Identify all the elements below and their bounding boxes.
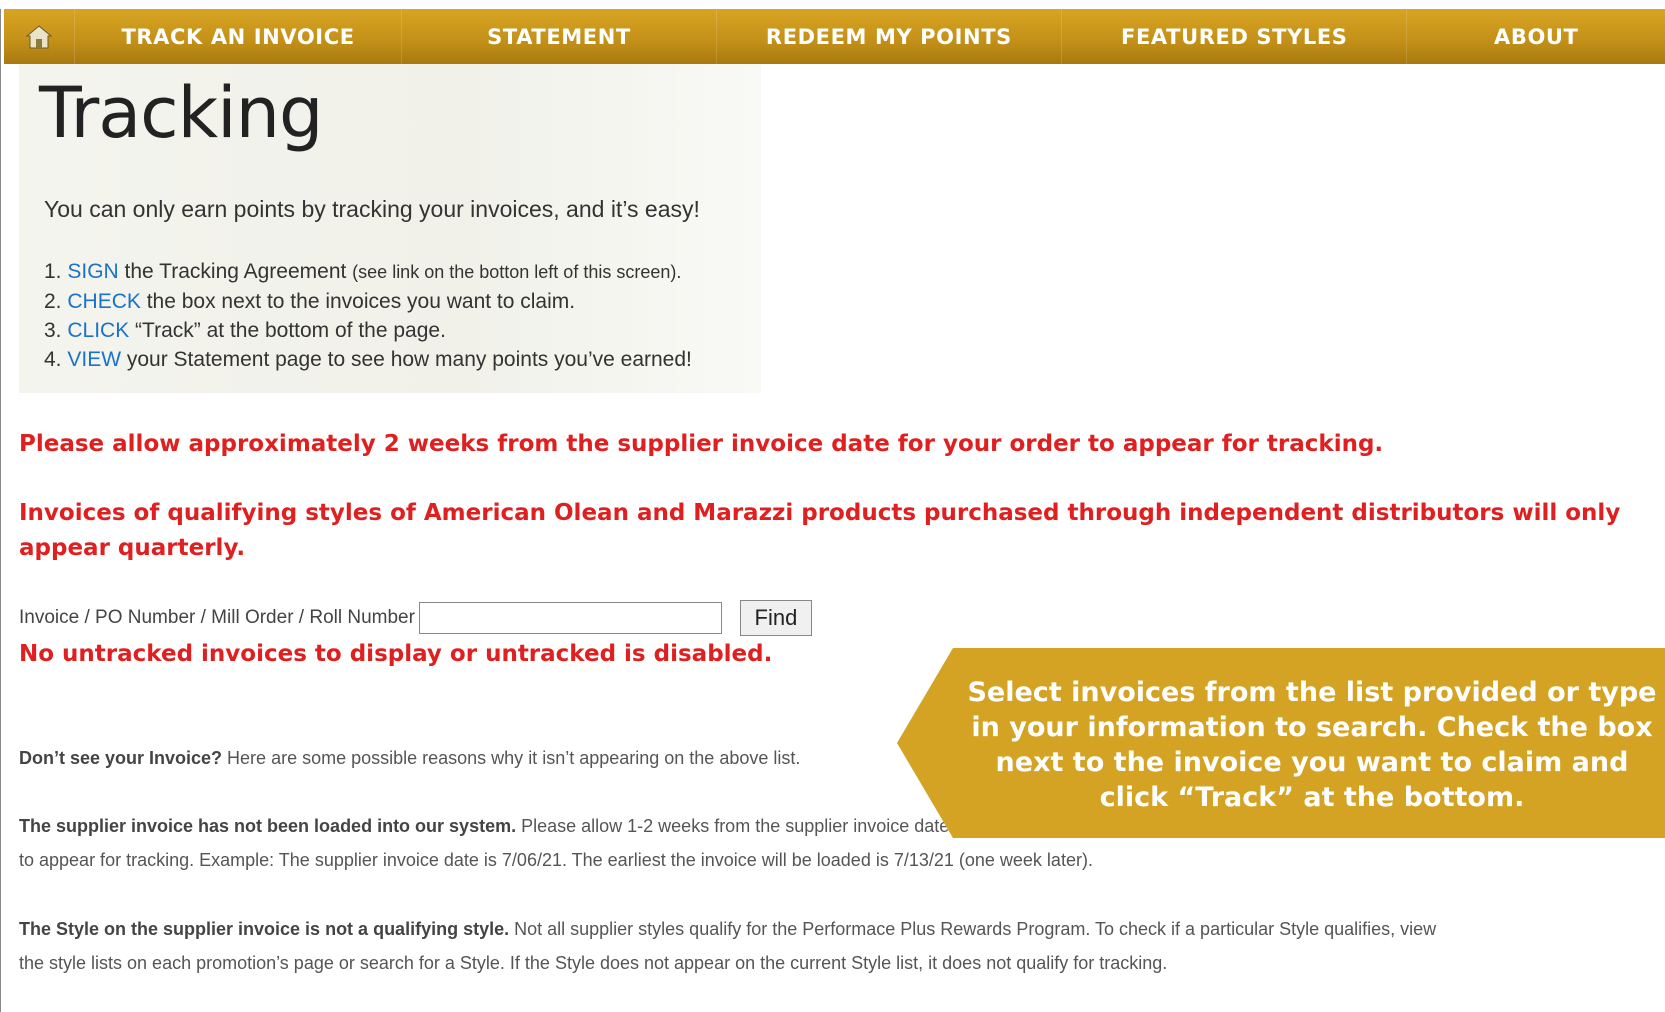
step-note: (see link on the botton left of this scr… xyxy=(352,262,682,282)
not-loaded-body-2: to appear for tracking. Example: The sup… xyxy=(19,850,1093,870)
page-title: Tracking xyxy=(39,72,323,154)
step-number: 2. xyxy=(44,290,62,313)
no-invoices-message: No untracked invoices to display or untr… xyxy=(19,641,773,667)
step-item: 3. CLICK “Track” at the bottom of the pa… xyxy=(44,316,692,345)
step-text: the box next to the invoices you want to… xyxy=(140,290,576,313)
not-qualifying-body-2: the style lists on each promotion’s page… xyxy=(19,953,1168,973)
step-item: 4. VIEW your Statement page to see how m… xyxy=(44,345,692,374)
nav-track-invoice[interactable]: TRACK AN INVOICE xyxy=(75,9,403,64)
step-number: 1. xyxy=(44,260,62,283)
search-label: Invoice / PO Number / Mill Order / Roll … xyxy=(19,607,415,628)
home-icon[interactable] xyxy=(4,9,75,64)
intro-lead: You can only earn points by tracking you… xyxy=(44,196,700,222)
steps-list: 1. SIGN the Tracking Agreement (see link… xyxy=(44,257,692,374)
step-item: 2. CHECK the box next to the invoices yo… xyxy=(44,287,692,316)
nav-statement[interactable]: STATEMENT xyxy=(402,9,717,64)
invoice-search-input[interactable] xyxy=(418,602,722,634)
main-nav: TRACK AN INVOICE STATEMENT REDEEM MY POI… xyxy=(4,9,1665,64)
step-keyword: VIEW xyxy=(67,348,122,371)
nav-redeem-points[interactable]: REDEEM MY POINTS xyxy=(717,9,1063,64)
quarterly-notice: Invoices of qualifying styles of America… xyxy=(19,500,1621,561)
find-button[interactable]: Find xyxy=(739,600,812,636)
step-text: your Statement page to see how many poin… xyxy=(121,348,692,371)
left-border xyxy=(0,9,4,1012)
step-text: “Track” at the bottom of the page. xyxy=(129,319,446,342)
step-text: the Tracking Agreement xyxy=(118,260,353,283)
nav-about[interactable]: ABOUT xyxy=(1407,9,1665,64)
step-keyword: SIGN xyxy=(67,260,119,283)
callout-text: Select invoices from the list provided o… xyxy=(967,677,1657,813)
dont-see-body: Here are some possible reasons why it is… xyxy=(222,748,801,768)
step-number: 4. xyxy=(44,348,62,371)
not-loaded-heading: The supplier invoice has not been loaded… xyxy=(19,816,517,836)
search-row: Invoice / PO Number / Mill Order / Roll … xyxy=(19,600,812,636)
allow-notice: Please allow approximately 2 weeks from … xyxy=(19,431,1384,457)
step-item: 1. SIGN the Tracking Agreement (see link… xyxy=(44,257,692,287)
help-callout: Select invoices from the list provided o… xyxy=(897,648,1665,838)
step-number: 3. xyxy=(44,319,62,342)
step-keyword: CLICK xyxy=(67,319,130,342)
not-qualifying-text: The Style on the supplier invoice is not… xyxy=(19,912,1659,980)
dont-see-heading: Don’t see your Invoice? xyxy=(19,748,223,768)
not-qualifying-body: Not all supplier styles qualify for the … xyxy=(509,919,1437,939)
intro-panel: Tracking You can only earn points by tra… xyxy=(19,64,761,393)
step-keyword: CHECK xyxy=(67,290,141,313)
nav-featured-styles[interactable]: FEATURED STYLES xyxy=(1062,9,1408,64)
not-qualifying-heading: The Style on the supplier invoice is not… xyxy=(19,919,510,939)
